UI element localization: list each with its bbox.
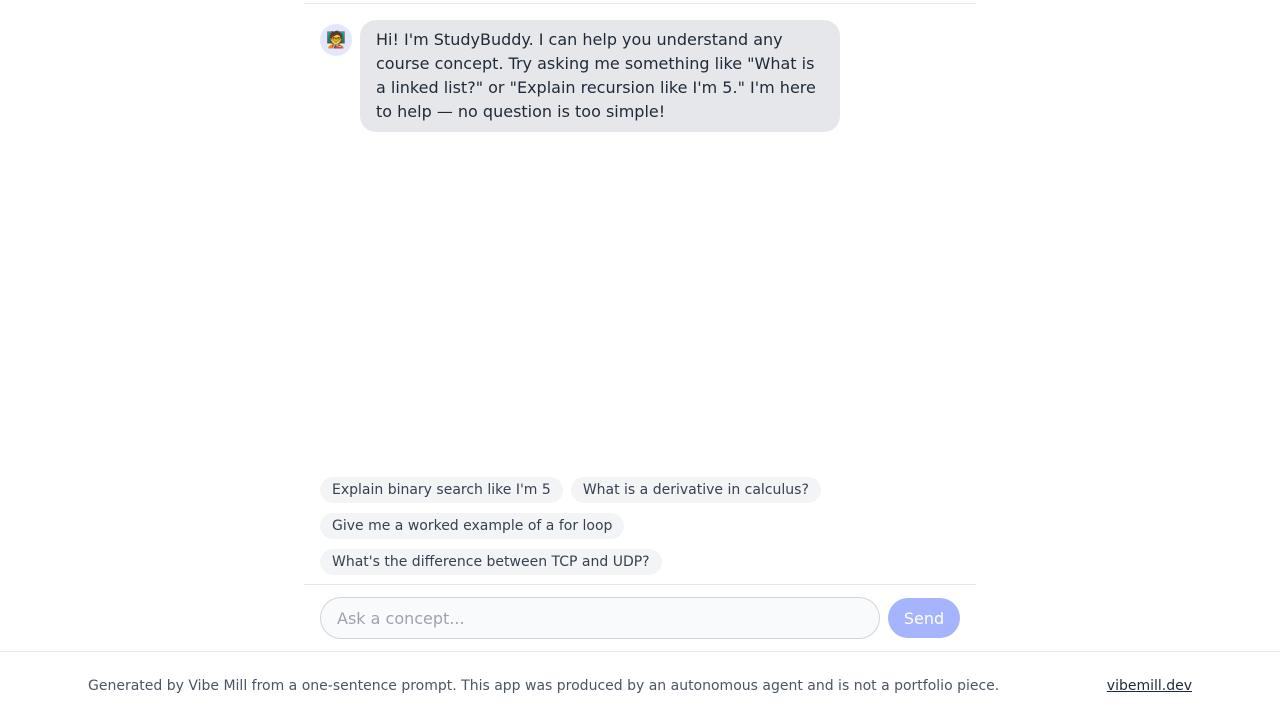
suggestion-chip-derivative[interactable]: What is a derivative in calculus?: [570, 477, 821, 503]
chip-row-3: What's the difference between TCP and UD…: [320, 549, 960, 575]
chip-row-2: Give me a worked example of a for loop: [320, 513, 960, 539]
teacher-emoji-icon: 🧑‍🏫: [320, 24, 352, 56]
footer: Generated by Vibe Mill from a one-senten…: [0, 651, 1280, 720]
chip-row-1: Explain binary search like I'm 5 What is…: [320, 477, 960, 503]
top-divider: [304, 3, 976, 4]
vibemill-link[interactable]: vibemill.dev: [1107, 677, 1192, 695]
suggestion-chip-for-loop[interactable]: Give me a worked example of a for loop: [320, 513, 625, 539]
message-bubble: Hi! I'm StudyBuddy. I can help you under…: [360, 20, 840, 132]
send-button[interactable]: Send: [888, 598, 960, 638]
input-divider: [304, 584, 976, 585]
suggestion-chip-binary-search[interactable]: Explain binary search like I'm 5: [320, 477, 563, 503]
suggestion-chip-tcp-udp[interactable]: What's the difference between TCP and UD…: [320, 549, 662, 575]
footer-disclaimer: Generated by Vibe Mill from a one-senten…: [88, 678, 1000, 694]
chat-app: 🧑‍🏫 Hi! I'm StudyBuddy. I can help you u…: [304, 0, 976, 652]
avatar-glyph: 🧑‍🏫: [326, 30, 346, 49]
assistant-message: 🧑‍🏫 Hi! I'm StudyBuddy. I can help you u…: [320, 20, 840, 132]
concept-input[interactable]: [320, 597, 880, 639]
suggestion-chips: Explain binary search like I'm 5 What is…: [320, 477, 960, 585]
composer: Send: [320, 597, 960, 639]
